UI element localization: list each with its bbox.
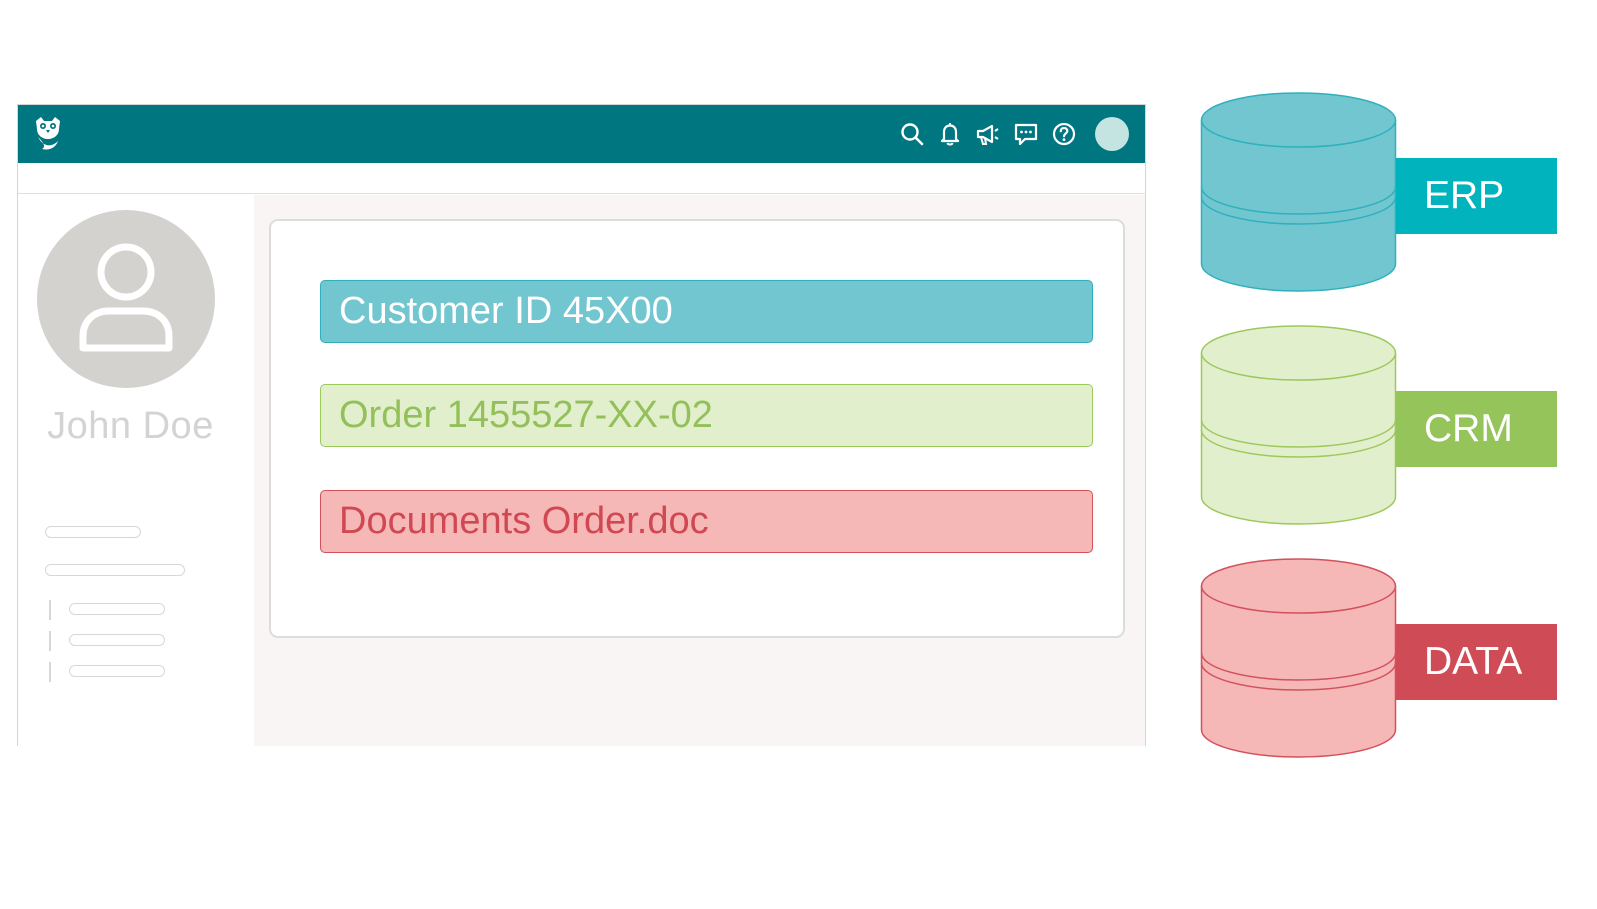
erp-label: ERP	[1396, 158, 1557, 234]
profile-sidebar: John Doe	[18, 195, 254, 746]
data-label: DATA	[1396, 624, 1557, 700]
tree-indent-line	[49, 600, 51, 620]
owl-logo-icon[interactable]	[32, 115, 64, 153]
tree-indent-line	[49, 662, 51, 682]
profile-avatar	[37, 210, 215, 388]
document-field[interactable]: Documents Order.doc	[320, 490, 1093, 553]
topbar-icon-group	[899, 115, 1129, 153]
sidebar-menu-item[interactable]	[45, 564, 185, 576]
crm-label: CRM	[1396, 391, 1557, 467]
chat-icon[interactable]	[1013, 121, 1039, 147]
erp-database-icon	[1200, 92, 1397, 292]
sidebar-menu-item[interactable]	[45, 526, 141, 538]
user-silhouette-icon	[79, 243, 173, 352]
crm-database-icon	[1200, 325, 1397, 525]
sidebar-submenu-item[interactable]	[69, 603, 165, 615]
top-navigation-bar	[18, 105, 1145, 163]
profile-name: John Doe	[47, 405, 214, 447]
user-avatar-button[interactable]	[1095, 117, 1129, 151]
data-database-icon	[1200, 558, 1397, 758]
sidebar-submenu-item[interactable]	[69, 634, 165, 646]
record-card: Customer ID 45X00 Order 1455527-XX-02 Do…	[269, 219, 1125, 638]
customer-id-field[interactable]: Customer ID 45X00	[320, 280, 1093, 343]
order-field[interactable]: Order 1455527-XX-02	[320, 384, 1093, 447]
bell-icon[interactable]	[937, 121, 963, 147]
search-icon[interactable]	[899, 121, 925, 147]
help-icon[interactable]	[1051, 121, 1077, 147]
tree-indent-line	[49, 631, 51, 651]
sub-toolbar	[18, 163, 1145, 194]
app-window: John Doe Customer ID 45X00 Order 1455527…	[17, 104, 1146, 746]
megaphone-icon[interactable]	[975, 121, 1001, 147]
main-content-area: Customer ID 45X00 Order 1455527-XX-02 Do…	[254, 195, 1145, 746]
sidebar-submenu-item[interactable]	[69, 665, 165, 677]
